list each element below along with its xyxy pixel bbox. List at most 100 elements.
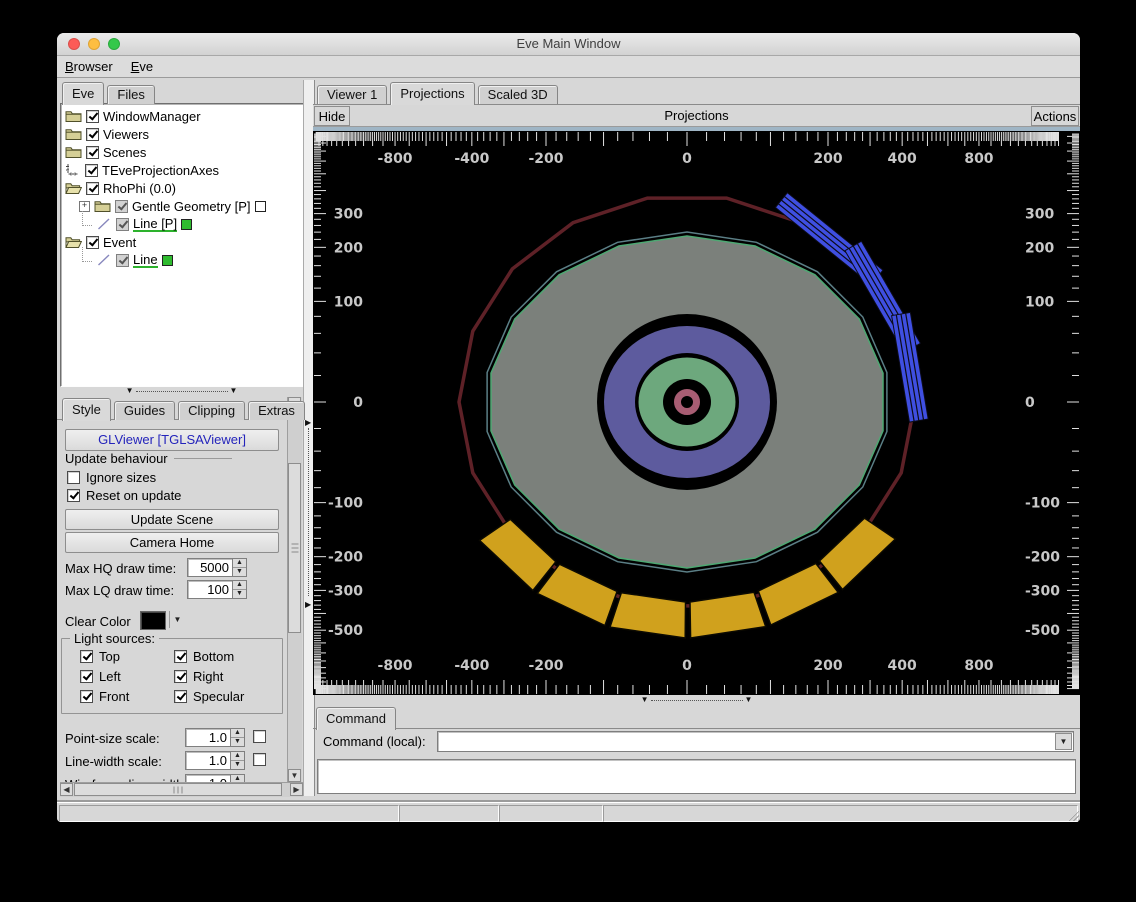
tree-checkbox[interactable] [115, 200, 128, 213]
line-width-scale-spinner[interactable]: 1.0▲▼ [185, 751, 245, 770]
spin-up-icon[interactable]: ▲ [233, 581, 246, 590]
tree-item-rhophi-0-0[interactable]: RhoPhi (0.0) [65, 179, 176, 197]
projection-canvas[interactable]: -800-800-400-400-200-2000020020040040080… [313, 127, 1080, 695]
tab-command[interactable]: Command [316, 707, 396, 730]
green-square-icon[interactable] [162, 255, 173, 266]
tree-checkbox[interactable] [116, 254, 129, 267]
eve-tree[interactable]: WindowManagerViewersScenesTEveProjection… [60, 103, 305, 387]
tab-projections[interactable]: Projections [390, 82, 474, 105]
tree-checkbox[interactable] [86, 146, 99, 159]
spin-down-icon[interactable]: ▼ [233, 590, 246, 598]
axis-label-top: 800 [964, 151, 993, 167]
spin-down-icon[interactable]: ▼ [233, 568, 246, 576]
green-square-icon[interactable] [181, 219, 192, 230]
tree-checkbox[interactable] [86, 182, 99, 195]
axis-label-right: 0 [1025, 395, 1035, 411]
axis-label-left: 0 [353, 395, 363, 411]
light-specular-checkbox[interactable]: Specular [174, 689, 244, 704]
spin-up-icon[interactable]: ▲ [233, 559, 246, 568]
empty-square-icon[interactable] [255, 201, 266, 212]
tab-guides[interactable]: Guides [114, 401, 175, 420]
checkbox-checked-icon[interactable] [80, 650, 93, 663]
checkbox-checked-icon[interactable] [174, 670, 187, 683]
scrollbar-thumb[interactable] [288, 463, 301, 633]
tab-extras[interactable]: Extras [248, 401, 305, 420]
axis-label-bottom: -400 [454, 658, 489, 674]
ignore-sizes-checkbox[interactable]: Ignore sizes [67, 470, 156, 485]
light-left-checkbox[interactable]: Left [80, 669, 121, 684]
tree-checkbox[interactable] [86, 128, 99, 141]
tab-clipping[interactable]: Clipping [178, 401, 245, 420]
open-folder-icon [65, 235, 82, 249]
actions-button[interactable]: Actions [1031, 106, 1079, 126]
glviewer-button[interactable]: GLViewer [TGLSAViewer] [65, 429, 279, 451]
light-front-checkbox[interactable]: Front [80, 689, 129, 704]
clear-color-swatch[interactable] [140, 611, 166, 630]
scroll-left-icon[interactable]: ◀ [60, 783, 73, 796]
tree-checkbox[interactable] [116, 218, 129, 231]
spin-down-icon[interactable]: ▼ [231, 738, 244, 746]
command-output[interactable] [317, 759, 1076, 794]
spin-down-icon[interactable]: ▼ [231, 761, 244, 769]
checkbox-checked-icon[interactable] [67, 489, 80, 502]
editor-vscrollbar[interactable]: ▲ ▼ [287, 397, 302, 782]
tab-style[interactable]: Style [62, 398, 111, 421]
camera-home-button[interactable]: Camera Home [65, 532, 279, 553]
checkbox-unchecked-icon[interactable] [67, 471, 80, 484]
scroll-down-icon[interactable]: ▼ [288, 769, 301, 782]
toolbar-title: Projections [313, 105, 1080, 126]
axis-label-bottom: -800 [378, 658, 413, 674]
tree-item-teveprojectionaxes[interactable]: TEveProjectionAxes [65, 161, 219, 179]
reset-on-update-checkbox[interactable]: Reset on update [67, 488, 181, 503]
canvas-command-splitter[interactable]: ▼ ▼ [313, 695, 1080, 705]
axis-label-left: 300 [334, 207, 363, 223]
tree-editor-splitter[interactable]: ▼ ▼ [60, 386, 303, 396]
point-size-scale-checkbox[interactable] [253, 730, 266, 743]
tab-scaled-3d[interactable]: Scaled 3D [478, 85, 558, 104]
tree-item-gentle-geometry-p[interactable]: +Gentle Geometry [P] [79, 197, 266, 215]
max-hq-spinner[interactable]: 5000 ▲▼ [187, 558, 247, 577]
checkbox-checked-icon[interactable] [174, 690, 187, 703]
editor-hscrollbar[interactable]: ◀ ▶ [60, 782, 303, 797]
tab-viewer-1[interactable]: Viewer 1 [317, 85, 387, 104]
clear-color-dropdown[interactable]: ▼ [169, 611, 185, 628]
scroll-right-icon[interactable]: ▶ [290, 783, 303, 796]
spin-up-icon[interactable]: ▲ [231, 729, 244, 738]
tab-files[interactable]: Files [107, 85, 154, 104]
spin-up-icon[interactable]: ▲ [231, 752, 244, 761]
point-size-scale-spinner[interactable]: 1.0▲▼ [185, 728, 245, 747]
combo-dropdown-icon[interactable]: ▼ [1055, 733, 1072, 750]
light-top-checkbox[interactable]: Top [80, 649, 120, 664]
hide-button[interactable]: Hide [314, 106, 350, 126]
tree-checkbox[interactable] [85, 164, 98, 177]
checkbox-checked-icon[interactable] [80, 670, 93, 683]
checkbox-checked-icon[interactable] [174, 650, 187, 663]
update-behaviour-title: Update behaviour [65, 451, 168, 466]
calo-segment [480, 519, 556, 590]
checkbox-checked-icon[interactable] [80, 690, 93, 703]
axis-label-left: 100 [334, 294, 363, 310]
max-lq-spinner[interactable]: 100 ▲▼ [187, 580, 247, 599]
tree-item-line-p[interactable]: Line [P] [79, 215, 192, 233]
line-width-scale-checkbox[interactable] [253, 753, 266, 766]
tree-item-event[interactable]: Event [65, 233, 136, 251]
menu-item-browser[interactable]: Browser [65, 59, 113, 74]
axis-label-top: -400 [454, 151, 489, 167]
light-bottom-checkbox[interactable]: Bottom [174, 649, 234, 664]
menu-item-eve[interactable]: Eve [131, 59, 153, 74]
tab-eve[interactable]: Eve [62, 82, 104, 105]
command-combobox[interactable]: ▼ [437, 731, 1074, 752]
command-input[interactable] [440, 733, 1055, 752]
light-right-checkbox[interactable]: Right [174, 669, 223, 684]
axis-label-bottom: 0 [682, 658, 692, 674]
update-scene-button[interactable]: Update Scene [65, 509, 279, 530]
tree-checkbox[interactable] [86, 110, 99, 123]
tree-item-windowmanager[interactable]: WindowManager [65, 107, 201, 125]
tree-item-scenes[interactable]: Scenes [65, 143, 146, 161]
folder-icon [65, 145, 82, 159]
tree-item-line[interactable]: Line [79, 251, 173, 269]
titlebar[interactable]: Eve Main Window [57, 33, 1080, 56]
tree-item-viewers[interactable]: Viewers [65, 125, 149, 143]
viewport-focus-strip [313, 127, 1080, 131]
scrollbar-thumb[interactable] [74, 783, 282, 796]
